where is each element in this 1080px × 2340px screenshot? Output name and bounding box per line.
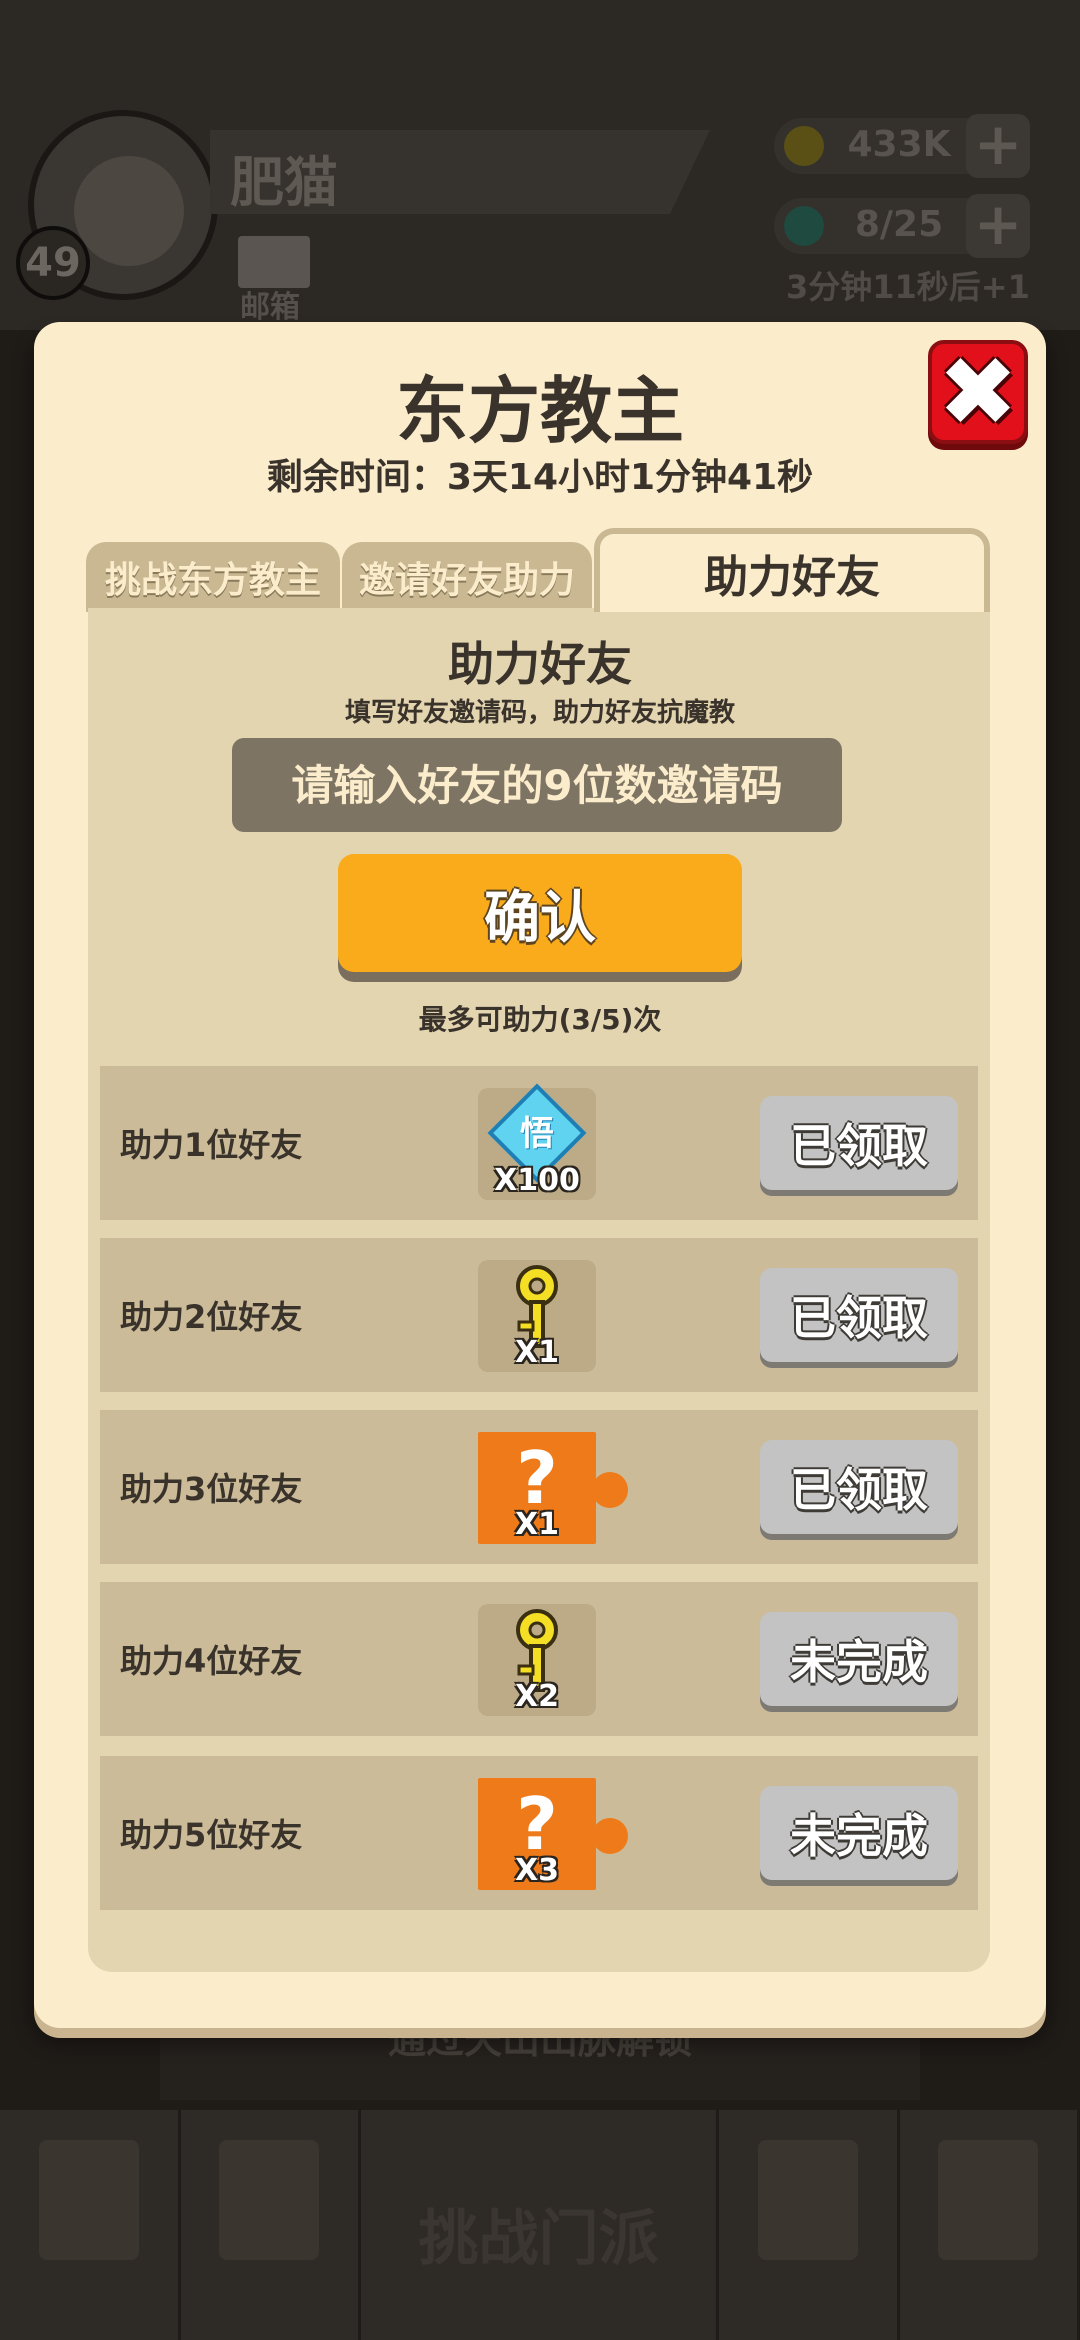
claimed-button[interactable]: 已领取 bbox=[760, 1096, 958, 1190]
gold-coin-icon bbox=[784, 126, 824, 166]
treasure-icon bbox=[938, 2140, 1039, 2260]
energy-timer: 3分钟11秒后+1 bbox=[786, 268, 1030, 306]
energy-value: 8/25 bbox=[854, 204, 944, 245]
player-level-badge: 49 bbox=[16, 226, 90, 300]
helmet-icon bbox=[757, 2140, 858, 2260]
panel-title: 助力好友 bbox=[448, 637, 632, 691]
claimed-button[interactable]: 已领取 bbox=[760, 1268, 958, 1362]
incomplete-button[interactable]: 未完成 bbox=[760, 1786, 958, 1880]
invite-code-input[interactable] bbox=[232, 738, 842, 832]
mail-icon[interactable] bbox=[238, 236, 310, 288]
incomplete-button[interactable]: 未完成 bbox=[760, 1612, 958, 1706]
remaining-time: 剩余时间：3天14小时1分钟41秒 bbox=[266, 457, 814, 498]
comprehension-gem-icon: 悟 X100 bbox=[478, 1083, 596, 1200]
gold-key-icon: X1 bbox=[478, 1260, 596, 1372]
reward-quantity: X1 bbox=[514, 1507, 559, 1542]
avatar-face bbox=[74, 156, 184, 266]
reward-label: 助力5位好友 bbox=[120, 1816, 303, 1854]
nav-tasks[interactable] bbox=[0, 2110, 181, 2340]
mystery-box-icon: ? X1 bbox=[478, 1432, 628, 1544]
reward-label: 助力1位好友 bbox=[120, 1126, 303, 1164]
gold-counter: 433K + bbox=[774, 114, 1030, 178]
tab-challenge-boss[interactable]: 挑战东方教主 bbox=[86, 542, 340, 612]
reward-row: 助力4位好友 X2 未完成 bbox=[100, 1582, 978, 1736]
player-name: 肥猫 bbox=[230, 151, 338, 214]
reward-quantity: X3 bbox=[514, 1853, 559, 1888]
tab-invite-friends[interactable]: 邀请好友助力 bbox=[342, 542, 592, 612]
gold-key-icon: X2 bbox=[478, 1604, 596, 1716]
reward-row: 助力2位好友 X1 已领取 bbox=[100, 1238, 978, 1392]
bottom-navigation: 挑战门派 bbox=[0, 2110, 1080, 2340]
tab-assist-friends[interactable]: 助力好友 bbox=[594, 528, 990, 612]
confirm-button[interactable]: 确认 bbox=[338, 854, 742, 972]
mail-label: 邮箱 bbox=[240, 290, 300, 325]
reward-quantity: X100 bbox=[494, 1163, 580, 1198]
energy-counter: 8/25 + bbox=[774, 194, 1030, 258]
nav-challenge[interactable]: 挑战门派 bbox=[361, 2110, 719, 2340]
nav-collect[interactable] bbox=[900, 2110, 1080, 2340]
nav-sect[interactable] bbox=[719, 2110, 900, 2340]
player-avatar[interactable]: 49 bbox=[16, 110, 218, 300]
reward-row: 助力3位好友 ? X1 已领取 bbox=[100, 1410, 978, 1564]
gem-char: 悟 bbox=[520, 1114, 554, 1154]
reward-label: 助力2位好友 bbox=[120, 1298, 303, 1336]
panel-subtitle: 填写好友邀请码，助力好友抗魔教 bbox=[344, 698, 735, 728]
claimed-button[interactable]: 已领取 bbox=[760, 1440, 958, 1534]
reward-quantity: X1 bbox=[514, 1335, 559, 1370]
popup-title: 东方教主 bbox=[395, 369, 684, 453]
add-energy-button[interactable]: + bbox=[966, 194, 1030, 258]
book-icon bbox=[219, 2140, 320, 2260]
reward-row: 助力1位好友 悟 X100 已领取 bbox=[100, 1066, 978, 1220]
energy-gem-icon bbox=[784, 206, 824, 246]
add-gold-button[interactable]: + bbox=[966, 114, 1030, 178]
mystery-box-icon: ? X3 bbox=[478, 1778, 628, 1890]
reward-label: 助力3位好友 bbox=[120, 1470, 303, 1508]
nav-cultivate[interactable] bbox=[181, 2110, 361, 2340]
scroll-icon bbox=[38, 2140, 139, 2260]
reward-row: 助力5位好友 ? X3 未完成 bbox=[100, 1756, 978, 1910]
gold-value: 433K bbox=[847, 124, 951, 165]
reward-quantity: X2 bbox=[514, 1679, 559, 1714]
reward-label: 助力4位好友 bbox=[120, 1642, 303, 1680]
assist-limit-text: 最多可助力(3/5)次 bbox=[418, 1003, 662, 1036]
nav-challenge-label: 挑战门派 bbox=[418, 2204, 659, 2274]
